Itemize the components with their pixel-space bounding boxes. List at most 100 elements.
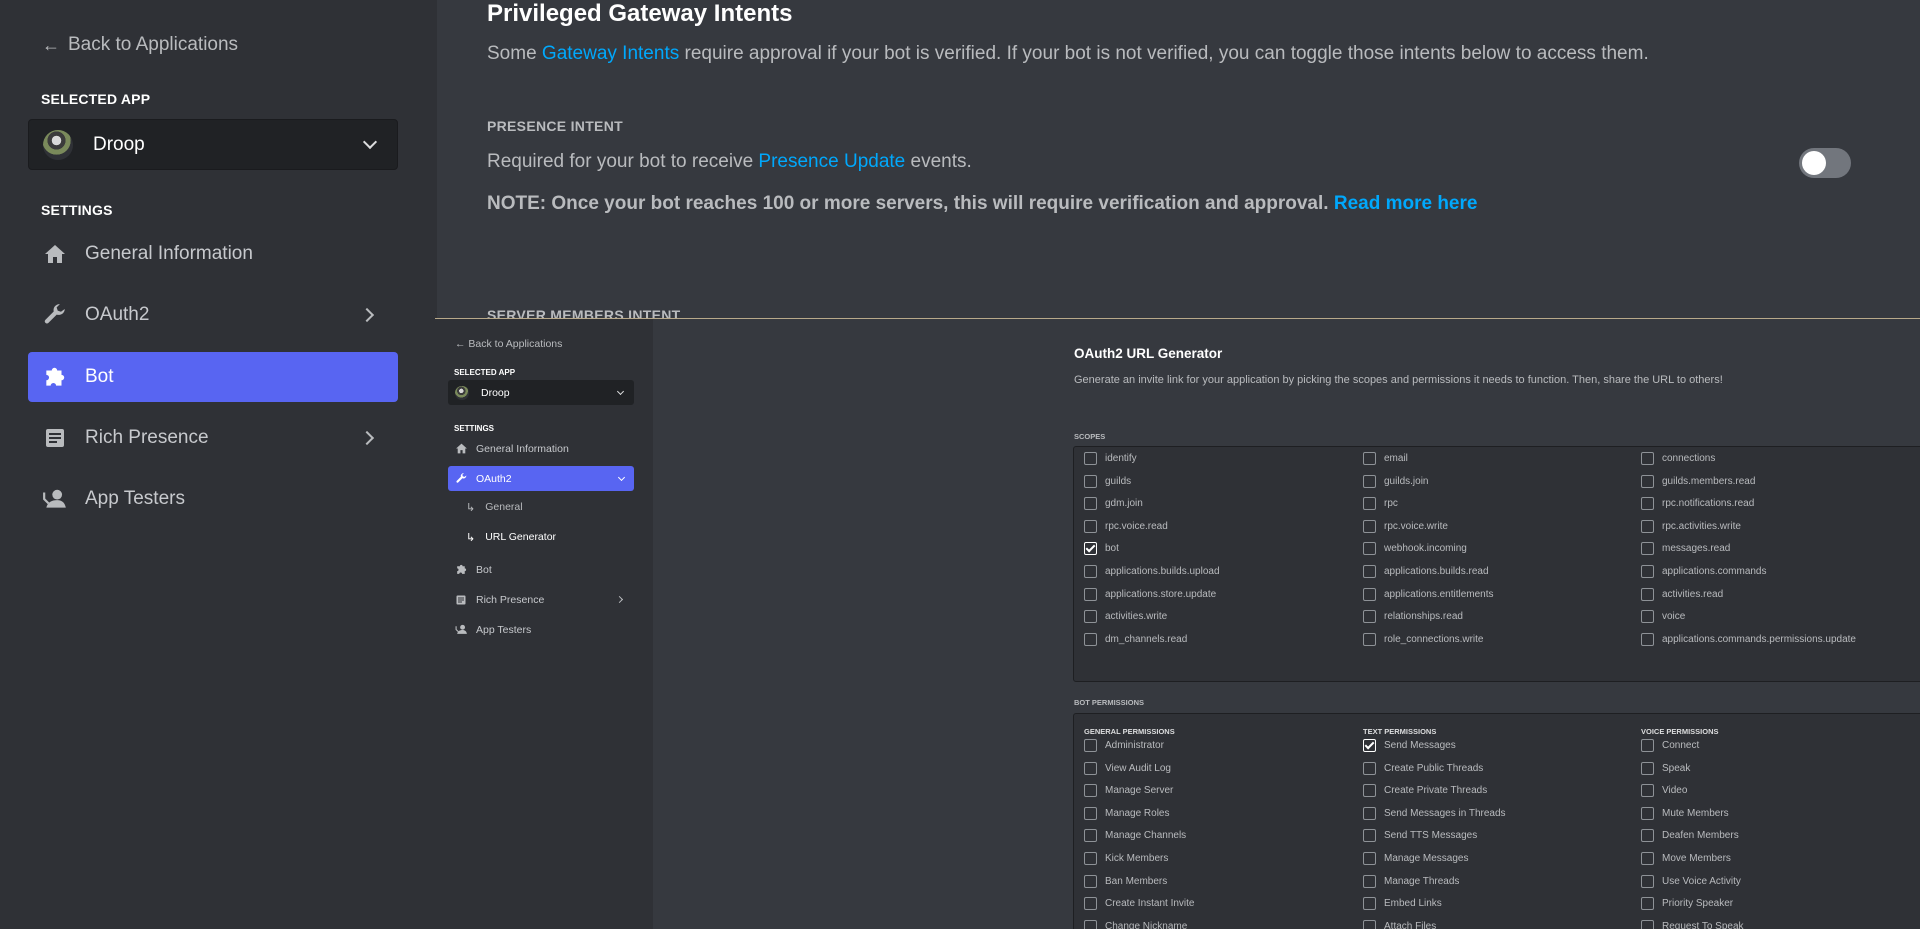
checkbox[interactable] bbox=[1084, 474, 1097, 488]
checkbox[interactable] bbox=[1363, 784, 1376, 798]
scope-checkbox[interactable]: activities.write bbox=[1084, 610, 1167, 624]
scope-checkbox[interactable]: rpc.notifications.read bbox=[1641, 497, 1754, 511]
checkbox[interactable] bbox=[1641, 474, 1654, 488]
permission-checkbox[interactable]: Deafen Members bbox=[1641, 829, 1739, 843]
permission-checkbox[interactable]: Change Nickname bbox=[1084, 919, 1187, 929]
sidebar-item-general-information[interactable]: General Information bbox=[28, 229, 398, 279]
checkbox[interactable] bbox=[1641, 829, 1654, 843]
scope-checkbox[interactable]: relationships.read bbox=[1363, 610, 1463, 624]
checkbox[interactable] bbox=[1363, 497, 1376, 511]
permission-checkbox[interactable]: Create Public Threads bbox=[1363, 761, 1483, 775]
scope-checkbox[interactable]: activities.read bbox=[1641, 587, 1723, 601]
checkbox[interactable] bbox=[1084, 739, 1097, 752]
checkbox[interactable] bbox=[1363, 542, 1376, 556]
checkbox[interactable] bbox=[1084, 497, 1097, 511]
permission-checkbox[interactable]: Ban Members bbox=[1084, 874, 1167, 888]
checkbox[interactable] bbox=[1363, 874, 1376, 888]
permission-checkbox[interactable]: Use Voice Activity bbox=[1641, 874, 1741, 888]
checkbox[interactable] bbox=[1363, 897, 1376, 911]
sidebar-item-oauth2[interactable]: OAuth2 bbox=[28, 290, 398, 340]
sidebar-item-oauth2[interactable]: OAuth2 bbox=[448, 466, 634, 491]
checkbox[interactable] bbox=[1641, 632, 1654, 646]
checkbox[interactable] bbox=[1363, 519, 1376, 533]
permission-checkbox[interactable]: Create Instant Invite bbox=[1084, 897, 1195, 911]
sidebar-subitem-url-generator[interactable]: ↳ URL Generator bbox=[466, 526, 556, 548]
scope-checkbox[interactable]: role_connections.write bbox=[1363, 632, 1484, 646]
permission-checkbox[interactable]: Manage Messages bbox=[1363, 852, 1469, 865]
checkbox[interactable] bbox=[1363, 919, 1376, 929]
app-selector[interactable]: Droop bbox=[448, 380, 634, 405]
permission-checkbox[interactable]: View Audit Log bbox=[1084, 761, 1171, 775]
checkbox[interactable] bbox=[1363, 587, 1376, 601]
checkbox[interactable] bbox=[1084, 806, 1097, 820]
checkbox[interactable] bbox=[1641, 519, 1654, 533]
sidebar-item-app-testers[interactable]: App Testers bbox=[28, 474, 398, 524]
permission-checkbox[interactable]: Move Members bbox=[1641, 852, 1731, 865]
gateway-intents-link[interactable]: Gateway Intents bbox=[542, 43, 679, 64]
checkbox[interactable] bbox=[1084, 874, 1097, 888]
checkbox[interactable] bbox=[1363, 806, 1376, 820]
scope-checkbox[interactable]: webhook.incoming bbox=[1363, 542, 1467, 556]
checkbox[interactable] bbox=[1641, 542, 1654, 556]
permission-checkbox[interactable]: Send Messages in Threads bbox=[1363, 806, 1506, 820]
checkbox[interactable] bbox=[1641, 565, 1654, 578]
scope-checkbox[interactable]: email bbox=[1363, 452, 1408, 465]
back-to-applications-link[interactable]: ← Back to Applications bbox=[42, 34, 238, 56]
scope-checkbox[interactable]: guilds bbox=[1084, 474, 1131, 488]
scope-checkbox[interactable]: connections bbox=[1641, 452, 1715, 465]
permission-checkbox[interactable]: Request To Speak bbox=[1641, 919, 1744, 929]
permission-checkbox[interactable]: Mute Members bbox=[1641, 806, 1729, 820]
presence-update-link[interactable]: Presence Update bbox=[758, 151, 905, 172]
checkbox[interactable] bbox=[1084, 852, 1097, 865]
checkbox[interactable] bbox=[1641, 874, 1654, 888]
scope-checkbox[interactable]: guilds.join bbox=[1363, 474, 1428, 488]
permission-checkbox[interactable]: Video bbox=[1641, 784, 1687, 798]
back-to-applications-link[interactable]: ← Back to Applications bbox=[455, 338, 562, 350]
checkbox[interactable] bbox=[1363, 565, 1376, 578]
permission-checkbox[interactable]: Connect bbox=[1641, 739, 1699, 752]
permission-checkbox[interactable]: Kick Members bbox=[1084, 852, 1168, 865]
checkbox[interactable] bbox=[1641, 784, 1654, 798]
checkbox[interactable] bbox=[1084, 587, 1097, 601]
permission-checkbox[interactable]: Manage Server bbox=[1084, 784, 1173, 798]
permission-checkbox[interactable]: Manage Threads bbox=[1363, 874, 1459, 888]
scope-checkbox[interactable]: applications.builds.read bbox=[1363, 565, 1489, 578]
read-more-link[interactable]: Read more here bbox=[1334, 193, 1478, 214]
permission-checkbox[interactable]: Manage Roles bbox=[1084, 806, 1169, 820]
permission-checkbox[interactable]: Create Private Threads bbox=[1363, 784, 1487, 798]
scope-checkbox[interactable]: applications.store.update bbox=[1084, 587, 1216, 601]
checkbox[interactable] bbox=[1084, 784, 1097, 798]
checkbox[interactable] bbox=[1641, 919, 1654, 929]
scope-checkbox[interactable]: dm_channels.read bbox=[1084, 632, 1187, 646]
sidebar-subitem-general[interactable]: ↳ General bbox=[466, 496, 523, 518]
sidebar-item-bot[interactable]: Bot bbox=[448, 557, 634, 582]
checkbox[interactable] bbox=[1084, 919, 1097, 929]
checkbox[interactable] bbox=[1641, 452, 1654, 465]
scope-checkbox[interactable]: identify bbox=[1084, 452, 1137, 465]
checkbox[interactable] bbox=[1084, 519, 1097, 533]
scope-checkbox[interactable]: applications.commands.permissions.update bbox=[1641, 632, 1856, 646]
sidebar-item-app-testers[interactable]: App Testers bbox=[448, 617, 634, 642]
checkbox[interactable] bbox=[1641, 610, 1654, 624]
checkbox[interactable] bbox=[1363, 852, 1376, 865]
sidebar-item-general-information[interactable]: General Information bbox=[448, 436, 634, 461]
permission-checkbox[interactable]: Speak bbox=[1641, 761, 1690, 775]
sidebar-item-bot[interactable]: Bot bbox=[28, 352, 398, 402]
permission-checkbox[interactable]: Embed Links bbox=[1363, 897, 1442, 911]
permission-checkbox[interactable]: Send TTS Messages bbox=[1363, 829, 1477, 843]
permission-checkbox[interactable]: Send Messages bbox=[1363, 739, 1456, 752]
checkbox[interactable] bbox=[1641, 761, 1654, 775]
presence-intent-toggle[interactable] bbox=[1799, 148, 1851, 178]
checkbox[interactable] bbox=[1641, 852, 1654, 865]
scope-checkbox[interactable]: applications.entitlements bbox=[1363, 587, 1494, 601]
checkbox[interactable] bbox=[1363, 610, 1376, 624]
scope-checkbox[interactable]: bot bbox=[1084, 542, 1119, 556]
scope-checkbox[interactable]: voice bbox=[1641, 610, 1685, 624]
permission-checkbox[interactable]: Attach Files bbox=[1363, 919, 1436, 929]
permission-checkbox[interactable]: Manage Channels bbox=[1084, 829, 1186, 843]
app-selector[interactable]: Droop bbox=[28, 119, 398, 170]
scope-checkbox[interactable]: applications.builds.upload bbox=[1084, 565, 1220, 578]
checkbox[interactable] bbox=[1363, 474, 1376, 488]
scope-checkbox[interactable]: gdm.join bbox=[1084, 497, 1143, 511]
scope-checkbox[interactable]: rpc.voice.read bbox=[1084, 519, 1168, 533]
